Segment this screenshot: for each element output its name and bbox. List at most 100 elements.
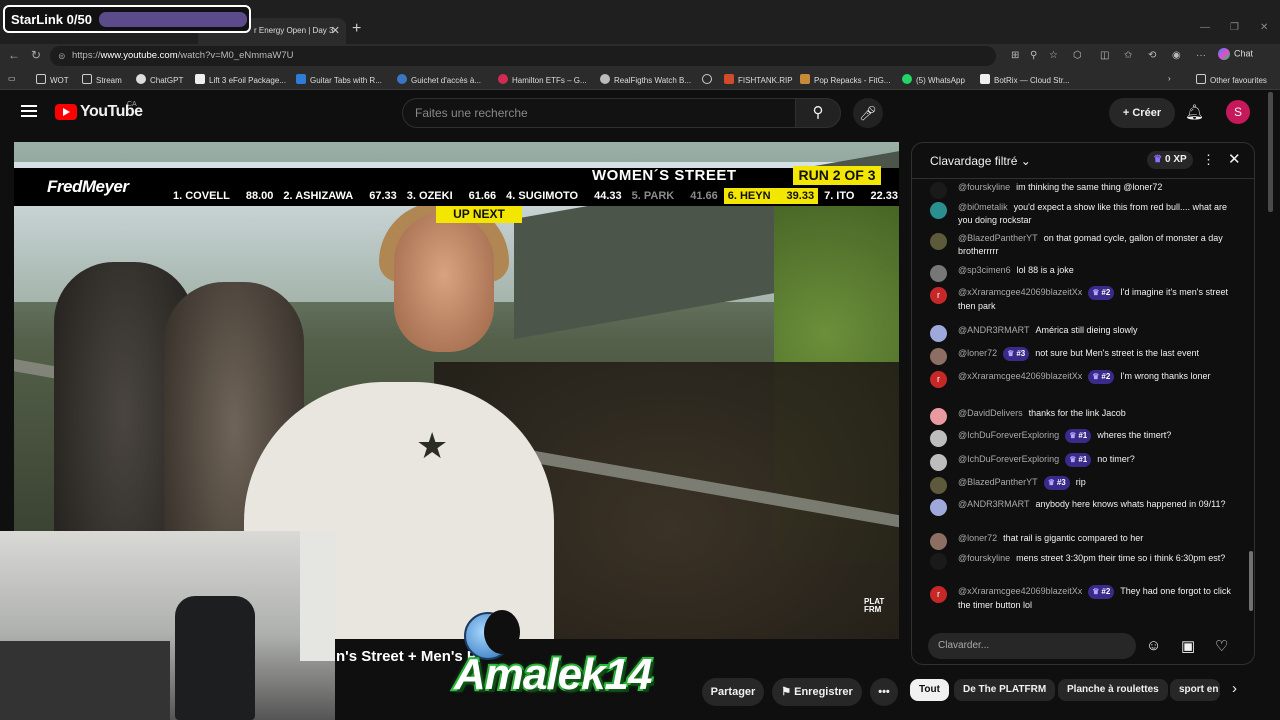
bookmark-guichet[interactable]: Guichet d'accès à... [397, 74, 481, 85]
chat-author[interactable]: @ANDR3RMART [958, 325, 1029, 335]
chat-avatar[interactable] [930, 430, 947, 447]
new-tab-icon[interactable]: + [352, 20, 361, 38]
chat-avatar[interactable] [930, 499, 947, 516]
bookmark-globe[interactable] [702, 74, 716, 85]
zoom-icon[interactable]: ⚲ [1030, 50, 1037, 61]
logo-text: Amalek14 [452, 648, 654, 701]
address-bar[interactable]: ⊜ https://www.youtube.com/watch?v=M0_eNm… [50, 46, 996, 66]
more-actions-button[interactable]: ••• [870, 678, 898, 706]
chat-author[interactable]: @xXraramcgee42069blazeitXx [958, 371, 1082, 381]
emoji-icon[interactable]: ☺ [1146, 637, 1161, 654]
reload-icon[interactable]: ↻ [31, 48, 41, 62]
chat-avatar[interactable]: r [930, 586, 947, 603]
chat-author[interactable]: @IchDuForeverExploring [958, 454, 1059, 464]
profile-icon[interactable]: ◉ [1172, 50, 1181, 61]
chat-author[interactable]: @xXraramcgee42069blazeitXx [958, 586, 1082, 596]
create-button[interactable]: + Créer [1109, 98, 1175, 128]
app-icon[interactable]: ⊞ [1011, 50, 1019, 61]
chat-close-icon[interactable]: ✕ [1228, 150, 1241, 168]
chat-avatar[interactable]: r [930, 287, 947, 304]
member-badge: ♛ #2 [1088, 370, 1115, 384]
favorites-icon[interactable]: ✩ [1124, 50, 1132, 61]
avatar[interactable]: S [1226, 100, 1250, 124]
copilot-chat-button[interactable]: Chat [1218, 48, 1253, 60]
chat-avatar[interactable] [930, 477, 947, 494]
other-favourites[interactable]: Other favourites [1196, 74, 1267, 85]
chat-mode-dropdown[interactable]: Clavardage filtré ⌄ [930, 154, 1031, 168]
chat-author[interactable]: @fourskyline [958, 553, 1010, 563]
amalek14-stream-logo: Amalek14 [446, 610, 708, 720]
rider-entry: 6. HEYN 39.33 [723, 188, 819, 204]
extension-icon[interactable]: ⬡ [1073, 50, 1082, 61]
chat-more-icon[interactable]: ⋮ [1202, 152, 1215, 168]
chat-author[interactable]: @sp3cimen6 [958, 265, 1011, 275]
chat-author[interactable]: @BlazedPantherYT [958, 477, 1038, 487]
bookmark-realfigths[interactable]: RealFigths Watch B... [600, 74, 691, 85]
chat-avatar[interactable] [930, 454, 947, 471]
chat-avatar[interactable] [930, 325, 947, 342]
chat-avatar[interactable] [930, 202, 947, 219]
chip-platfrm[interactable]: De The PLATFRM [954, 679, 1056, 701]
chat-author[interactable]: @DavidDelivers [958, 408, 1023, 418]
chip-skateboard[interactable]: Planche à roulettes [1058, 679, 1168, 701]
window-close-icon[interactable]: ✕ [1260, 22, 1268, 33]
search-input[interactable]: Faites une recherche [402, 98, 796, 128]
chat-avatar[interactable] [930, 265, 947, 282]
maximize-icon[interactable]: ❐ [1230, 22, 1239, 33]
youtube-logo-icon[interactable] [55, 104, 77, 120]
chat-avatar[interactable] [930, 348, 947, 365]
chat-input[interactable]: Clavarder... [928, 633, 1136, 659]
search-icon: ⚲ [812, 104, 824, 121]
chat-author[interactable]: @loner72 [958, 348, 997, 358]
bookmark-lift[interactable]: Lift 3 eFoil Package... [195, 74, 286, 85]
more-icon[interactable]: ··· [1196, 50, 1206, 61]
chat-author[interactable]: @ANDR3RMART [958, 499, 1029, 509]
tab-close-icon[interactable]: ✕ [331, 18, 340, 44]
chat-author[interactable]: @IchDuForeverExploring [958, 430, 1059, 440]
bookmark-icon: ⚑ [781, 686, 795, 698]
menu-icon[interactable] [21, 105, 37, 117]
bookmark-hamilton[interactable]: Hamilton ETFs – G... [498, 74, 587, 85]
chat-author[interactable]: @bi0metalik [958, 202, 1008, 212]
site-info-icon[interactable]: ⊜ [58, 46, 66, 66]
chat-avatar[interactable] [930, 553, 947, 570]
chat-avatar[interactable] [930, 408, 947, 425]
favorite-star-icon[interactable]: ☆ [1049, 50, 1058, 61]
bookmark-wot[interactable]: WOT [36, 74, 69, 85]
page-scrollbar[interactable] [1268, 92, 1273, 212]
chat-avatar[interactable]: r [930, 371, 947, 388]
chip-sport[interactable]: sport en [1170, 679, 1220, 701]
voice-search-button[interactable]: 🎤︎ [853, 98, 883, 128]
chat-avatar[interactable] [930, 533, 947, 550]
chat-author[interactable]: @BlazedPantherYT [958, 233, 1038, 243]
history-icon[interactable]: ⟲ [1148, 50, 1156, 61]
search-button[interactable]: ⚲ [795, 98, 841, 128]
minimize-icon[interactable]: — [1200, 22, 1210, 33]
bookmark-whatsapp[interactable]: (5) WhatsApp [902, 74, 965, 85]
bookmark-stream[interactable]: Stream [82, 74, 122, 85]
chip-tout[interactable]: Tout [910, 679, 949, 701]
bookmark-botrix[interactable]: BotRix — Cloud Str... [980, 74, 1070, 85]
xp-badge[interactable]: ♛ 0 XP [1147, 151, 1193, 169]
bookmark-guitar-tabs[interactable]: Guitar Tabs with R... [296, 74, 382, 85]
chips-next-icon[interactable]: › [1232, 680, 1237, 697]
chat-avatar[interactable] [930, 182, 947, 199]
chat-author[interactable]: @xXraramcgee42069blazeitXx [958, 287, 1082, 297]
chat-avatar[interactable] [930, 233, 947, 250]
chat-author[interactable]: @fourskyline [958, 182, 1010, 192]
share-button[interactable]: Partager [702, 678, 764, 706]
member-badge: ♛ #3 [1043, 476, 1070, 490]
bookmark-pop-repacks[interactable]: Pop Repacks - FitG... [800, 74, 890, 85]
notifications-bell-icon[interactable]: 🔔︎ [1185, 103, 1204, 121]
save-button[interactable]: ⚑ Enregistrer [772, 678, 862, 706]
split-screen-icon[interactable]: ◫ [1100, 50, 1109, 61]
heart-icon[interactable]: ♡ [1215, 637, 1228, 655]
reading-list-icon[interactable]: ▭ [8, 74, 16, 83]
back-icon[interactable]: ← [8, 48, 20, 62]
chat-author[interactable]: @loner72 [958, 533, 997, 543]
super-chat-icon[interactable]: ▣ [1181, 637, 1195, 655]
bookmark-chatgpt[interactable]: ChatGPT [136, 74, 183, 85]
chat-scrollbar[interactable] [1249, 181, 1253, 621]
bookmarks-overflow-icon[interactable]: › [1168, 74, 1171, 83]
bookmark-fishtank[interactable]: FISHTANK.RIP [724, 74, 793, 85]
